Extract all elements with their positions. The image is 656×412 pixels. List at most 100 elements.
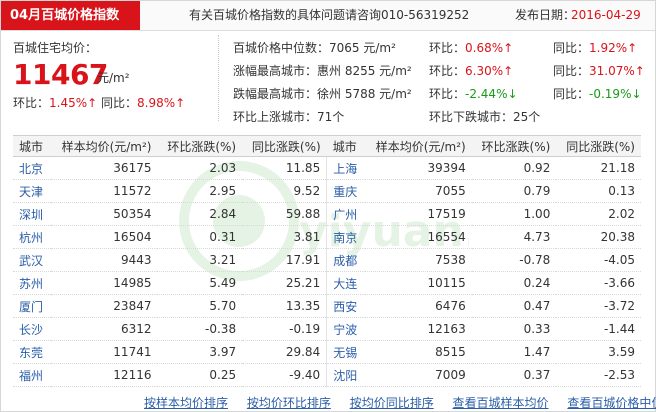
top-rise-label: 涨幅最高城市：: [233, 64, 318, 78]
col-header-avg-price: 样本均价(元/m²): [50, 135, 158, 157]
cell-city[interactable]: 深圳: [13, 202, 51, 226]
cell-mom-2: 0.37: [471, 363, 557, 387]
cell-mom: 3.21: [157, 248, 243, 272]
cell-avg-price-2: 10115: [364, 271, 472, 295]
up-cities-count: 环比上涨城市：71个: [233, 110, 345, 124]
page-title: 04月百城价格指数: [1, 1, 140, 30]
cell-avg-price: 11741: [50, 340, 158, 364]
avg-price-change: 环比：1.45%↑ 同比：8.98%↑: [13, 94, 185, 111]
cell-mom-2: -0.78: [471, 248, 557, 272]
price-index-widget: 04月百城价格指数 有关百城价格指数的具体问题请咨询010-56319252 发…: [0, 0, 656, 412]
cell-avg-price-2: 16554: [364, 225, 472, 249]
cell-yoy-2: -2.53: [556, 363, 641, 387]
cell-mom-2: 0.33: [471, 317, 557, 341]
cell-yoy: 17.91: [242, 248, 328, 272]
cell-yoy-2: 0.13: [556, 179, 641, 203]
cell-avg-price: 12116: [50, 363, 158, 387]
cell-avg-price: 50354: [50, 202, 158, 226]
cell-city[interactable]: 福州: [13, 363, 51, 387]
cell-city[interactable]: 杭州: [13, 225, 51, 249]
table-row: 杭州 16504 0.31 3.81 南京 16554 4.73 20.38: [13, 225, 641, 249]
avg-mom-value: 1.45%↑: [49, 96, 98, 110]
top-rise-city: 涨幅最高城市：惠州 8255 元/m²: [233, 62, 412, 79]
cell-mom: -0.38: [157, 317, 243, 341]
cell-yoy: 11.85: [242, 156, 328, 180]
cell-avg-price: 14985: [50, 271, 158, 295]
cell-mom-2: 0.79: [471, 179, 557, 203]
avg-mom-label: 环比：: [13, 96, 50, 110]
cell-mom: 0.25: [157, 363, 243, 387]
cell-avg-price-2: 7538: [364, 248, 472, 272]
cell-city-2[interactable]: 沈阳: [326, 363, 365, 387]
cell-yoy-2: -3.66: [556, 271, 641, 295]
cell-yoy-2: 2.02: [556, 202, 641, 226]
cell-yoy: 59.88: [242, 202, 328, 226]
view-avg-price-link[interactable]: 查看百城样本均价: [453, 396, 549, 410]
cell-city-2[interactable]: 无锡: [326, 340, 365, 364]
cell-city[interactable]: 北京: [13, 156, 51, 180]
cell-city[interactable]: 天津: [13, 179, 51, 203]
table-row: 长沙 6312 -0.38 -0.19 宁波 12163 0.33 -1.44: [13, 317, 641, 341]
top-rise-mom-label: 环比：: [429, 64, 466, 78]
summary-divider: [218, 35, 219, 121]
top-rise-mom: 环比：6.30%↑: [429, 62, 513, 79]
col-header-city: 城市: [13, 135, 51, 157]
cell-avg-price: 23847: [50, 294, 158, 318]
cell-city-2[interactable]: 西安: [326, 294, 365, 318]
sort-by-avg-price-link[interactable]: 按样本均价排序: [144, 396, 228, 410]
cell-city-2[interactable]: 宁波: [326, 317, 365, 341]
median-yoy-value: 1.92%↑: [589, 41, 638, 55]
hotline-text: 有关百城价格指数的具体问题请咨询010-56319252: [189, 8, 470, 22]
cell-city-2[interactable]: 重庆: [326, 179, 365, 203]
cell-mom: 5.70: [157, 294, 243, 318]
cell-mom-2: 0.24: [471, 271, 557, 295]
top-rise-yoy-label: 同比：: [553, 64, 590, 78]
top-fall-yoy-label: 同比：: [553, 87, 590, 101]
avg-price-label: 百城住宅均价：: [13, 41, 98, 55]
publish-date-label: 发布日期：: [515, 8, 576, 22]
cell-city-2[interactable]: 大连: [326, 271, 365, 295]
top-fall-label: 跌幅最高城市：: [233, 87, 318, 101]
cell-yoy: 29.84: [242, 340, 328, 364]
table-row: 福州 12116 0.25 -9.40 沈阳 7009 0.37 -2.53: [13, 363, 641, 387]
cell-city-2[interactable]: 南京: [326, 225, 365, 249]
cell-avg-price: 11572: [50, 179, 158, 203]
cell-city[interactable]: 东莞: [13, 340, 51, 364]
table-row: 北京 36175 2.03 11.85 上海 39394 0.92 21.18: [13, 156, 641, 180]
avg-price-unit: 元/m²: [97, 71, 130, 85]
sort-by-yoy-link[interactable]: 按均价同比排序: [350, 396, 434, 410]
cell-avg-price-2: 6476: [364, 294, 472, 318]
avg-yoy-label: 同比：: [101, 96, 138, 110]
cell-city[interactable]: 厦门: [13, 294, 51, 318]
top-rise-yoy-value: 31.07%↑: [589, 64, 645, 78]
cell-yoy-2: -4.05: [556, 248, 641, 272]
cell-city-2[interactable]: 广州: [326, 202, 365, 226]
median-yoy: 同比：1.92%↑: [553, 39, 637, 56]
avg-yoy-value: 8.98%↑: [137, 96, 186, 110]
cell-city[interactable]: 苏州: [13, 271, 51, 295]
sort-links: 按样本均价排序 按均价环比排序 按均价同比排序 查看百城样本均价 查看百城价格中…: [144, 394, 656, 411]
cell-city[interactable]: 武汉: [13, 248, 51, 272]
top-fall-value: 徐州 5788 元/m²: [317, 87, 412, 101]
cell-avg-price-2: 8515: [364, 340, 472, 364]
cell-avg-price-2: 12163: [364, 317, 472, 341]
cell-city-2[interactable]: 成都: [326, 248, 365, 272]
median-mom-value: 0.68%↑: [465, 41, 514, 55]
down-cities-count: 环比下跌城市：25个: [429, 110, 541, 124]
cell-yoy-2: 21.18: [556, 156, 641, 180]
view-median-link[interactable]: 查看百城价格中位数: [567, 396, 656, 410]
cell-city[interactable]: 长沙: [13, 317, 51, 341]
sort-by-mom-link[interactable]: 按均价环比排序: [247, 396, 331, 410]
header-bar: 04月百城价格指数 有关百城价格指数的具体问题请咨询010-56319252 发…: [1, 1, 655, 31]
top-fall-city: 跌幅最高城市：徐州 5788 元/m²: [233, 85, 412, 102]
table-row: 厦门 23847 5.70 13.35 西安 6476 0.47 -3.72: [13, 294, 641, 318]
cell-city-2[interactable]: 上海: [326, 156, 365, 180]
cell-avg-price: 6312: [50, 317, 158, 341]
cell-avg-price-2: 7009: [364, 363, 472, 387]
cell-mom-2: 1.47: [471, 340, 557, 364]
top-fall-mom: 环比：-2.44%↓: [429, 85, 518, 102]
table-row: 东莞 11741 3.97 29.84 无锡 8515 1.47 3.59: [13, 340, 641, 364]
median-yoy-label: 同比：: [553, 41, 590, 55]
cell-yoy: 3.81: [242, 225, 328, 249]
cell-yoy: -9.40: [242, 363, 328, 387]
